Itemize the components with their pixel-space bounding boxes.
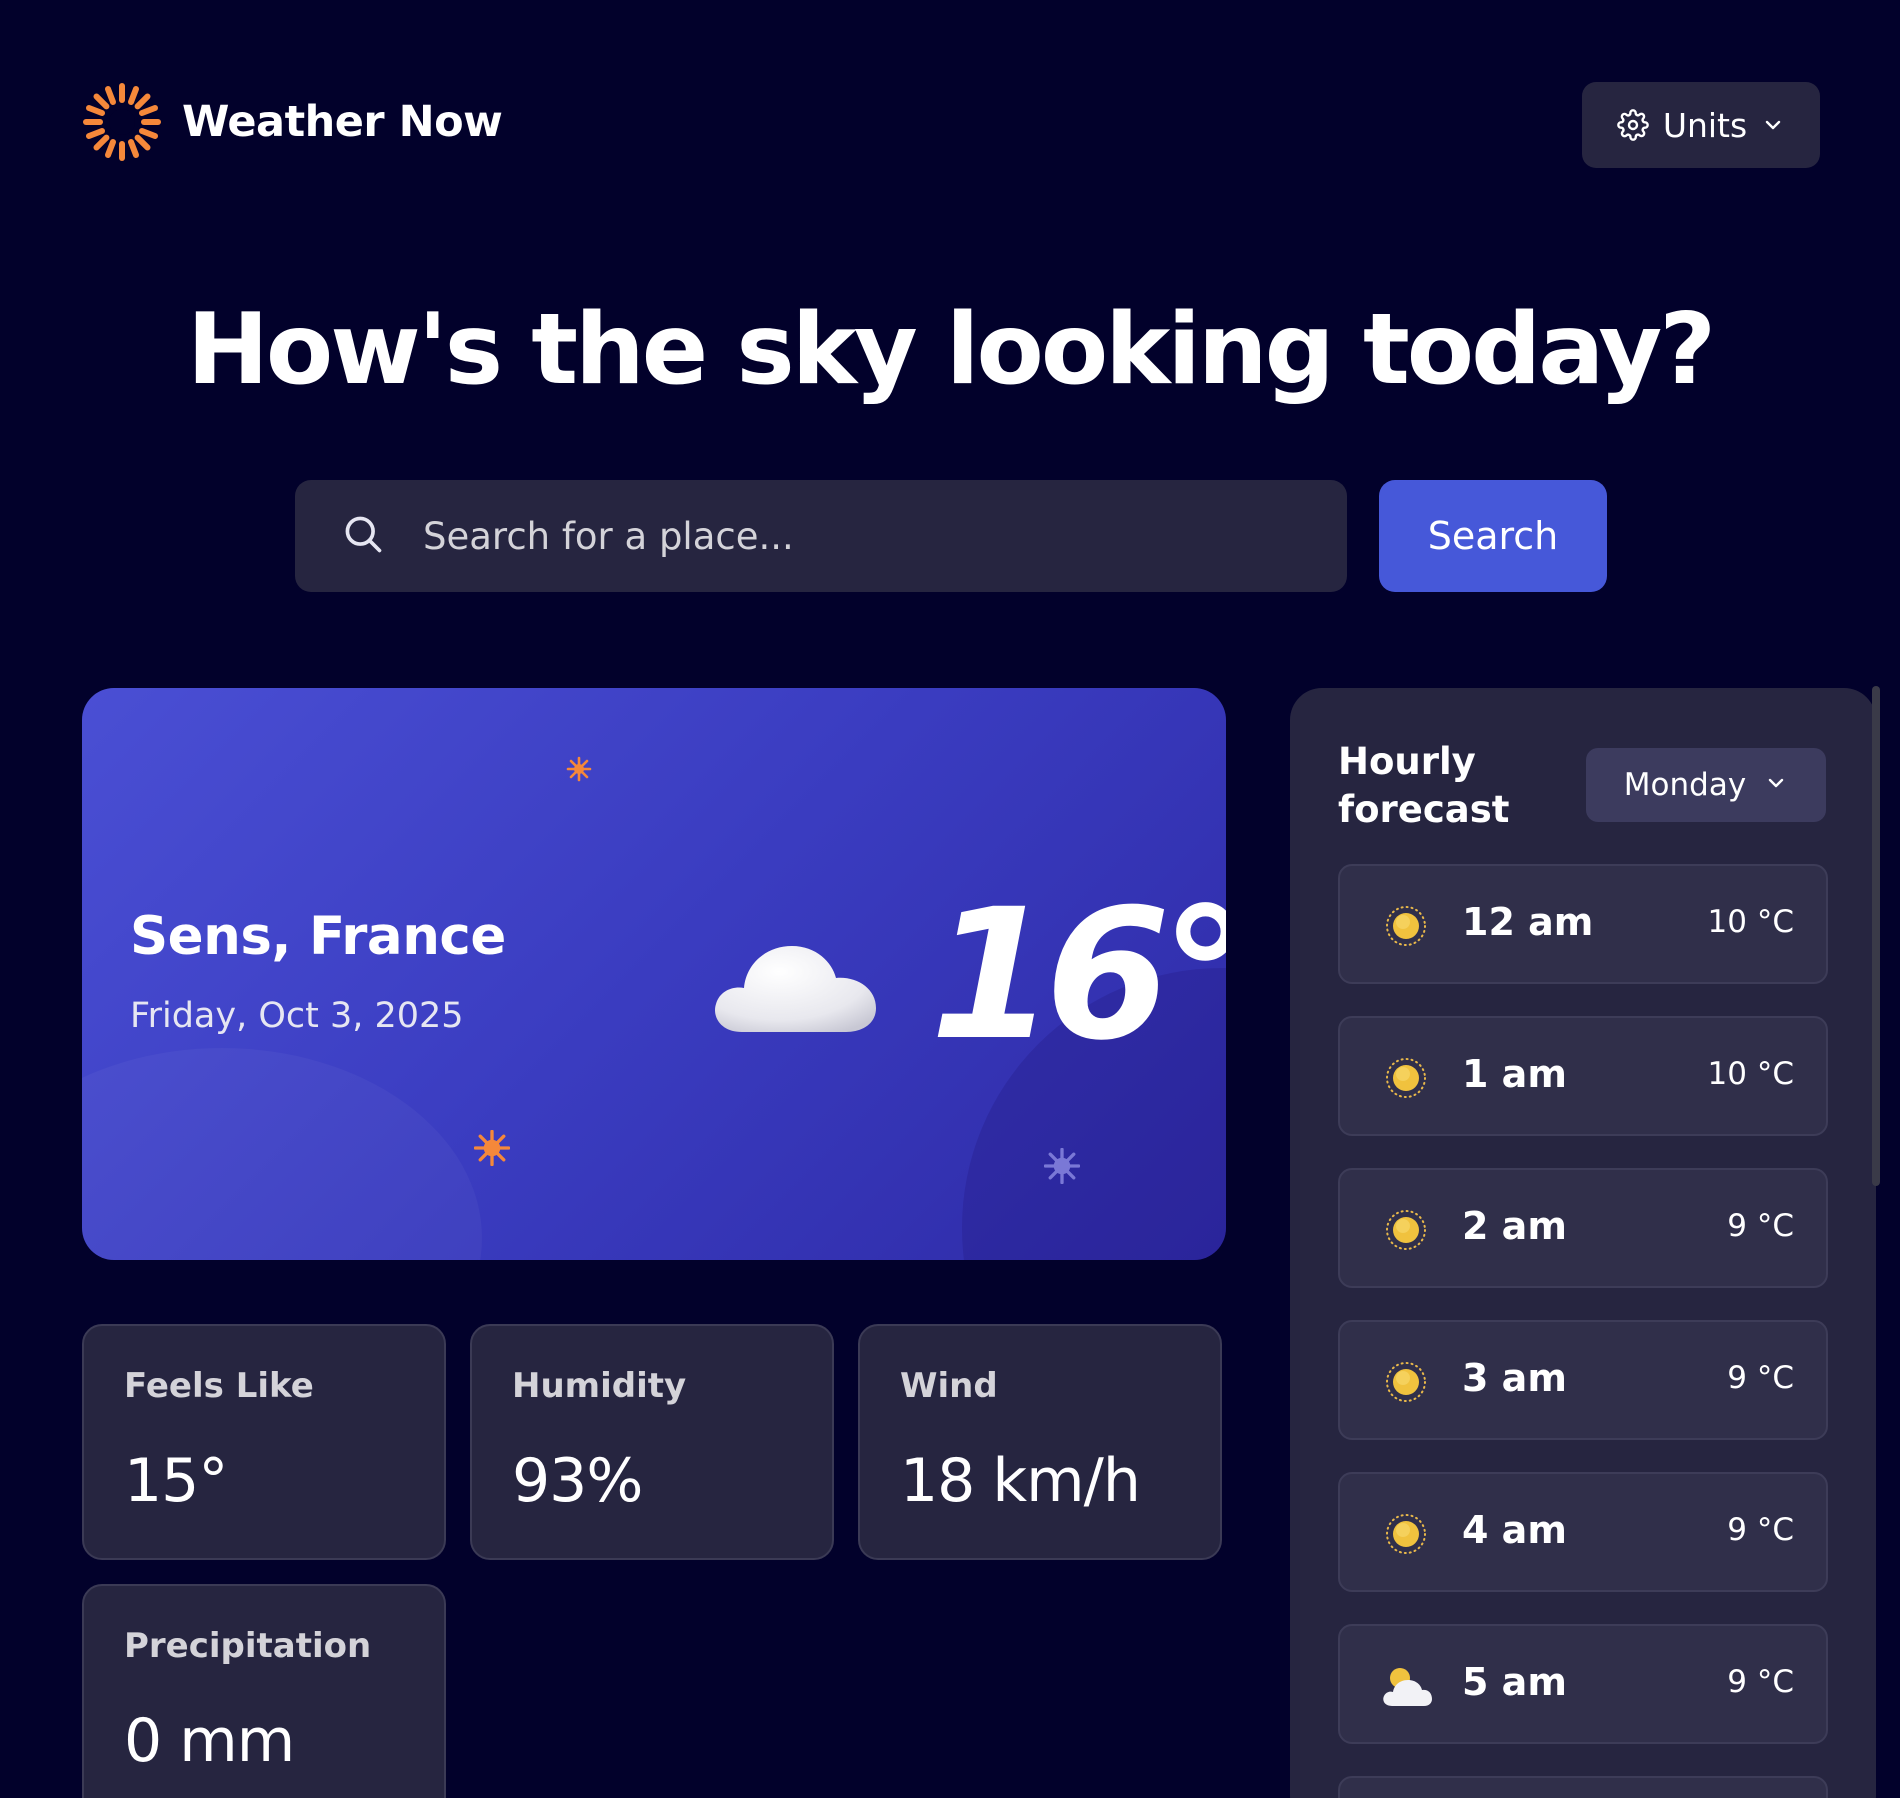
- star-decoration-icon: [1043, 1147, 1081, 1188]
- hourly-forecast-panel[interactable]: Hourly forecast Monday 12 am 10 °C 1 am …: [1290, 688, 1876, 1798]
- stat-label: Feels Like: [124, 1366, 314, 1406]
- stat-card-humidity: Humidity 93%: [470, 1324, 834, 1560]
- hourly-row: 1 am 10 °C: [1338, 1016, 1828, 1136]
- search-bar[interactable]: [295, 480, 1347, 592]
- sun-icon: [1378, 1506, 1434, 1562]
- chevron-down-icon: [1764, 767, 1788, 803]
- stat-card-wind: Wind 18 km/h: [858, 1324, 1222, 1560]
- hourly-row: 12 am 10 °C: [1338, 864, 1828, 984]
- units-dropdown[interactable]: Units: [1582, 82, 1820, 168]
- stat-value: 15°: [124, 1446, 228, 1516]
- sun-icon: [1378, 898, 1434, 954]
- stat-value: 0 mm: [124, 1706, 295, 1776]
- hourly-row: 5 am 9 °C: [1338, 1624, 1828, 1744]
- page-title: How's the sky looking today?: [186, 293, 1716, 407]
- weather-app: Weather Now Units How's the sky looking …: [0, 0, 1900, 1798]
- hourly-temp: 9 °C: [1727, 1512, 1794, 1548]
- current-date: Friday, Oct 3, 2025: [130, 996, 464, 1036]
- hourly-temp: 10 °C: [1707, 1056, 1794, 1092]
- day-select-dropdown[interactable]: Monday: [1586, 748, 1826, 822]
- hourly-row: 4 am 9 °C: [1338, 1472, 1828, 1592]
- hourly-time: 4 am: [1462, 1508, 1567, 1552]
- scrollbar[interactable]: [1872, 686, 1880, 1186]
- sun-icon: [1378, 1202, 1434, 1258]
- hourly-forecast-title: Hourly forecast: [1338, 740, 1510, 831]
- stat-value: 93%: [512, 1446, 643, 1516]
- search-input[interactable]: [423, 514, 1323, 558]
- stat-label: Humidity: [512, 1366, 687, 1406]
- app-name: Weather Now: [182, 97, 503, 147]
- app-logo[interactable]: Weather Now: [82, 82, 503, 162]
- hourly-row: 3 am 9 °C: [1338, 1320, 1828, 1440]
- hourly-time: 3 am: [1462, 1356, 1567, 1400]
- hourly-time: 5 am: [1462, 1660, 1567, 1704]
- partly-cloudy-icon: [1378, 1658, 1434, 1714]
- stat-card-feels-like: Feels Like 15°: [82, 1324, 446, 1560]
- hourly-row: 2 am 9 °C: [1338, 1168, 1828, 1288]
- search-button[interactable]: Search: [1379, 480, 1607, 592]
- units-label: Units: [1662, 105, 1748, 145]
- stat-label: Precipitation: [124, 1626, 372, 1666]
- star-decoration-icon: [566, 756, 592, 786]
- location-name: Sens, France: [130, 906, 506, 967]
- search-icon: [341, 512, 385, 560]
- hourly-time: 1 am: [1462, 1052, 1567, 1096]
- cloud-icon: [712, 920, 880, 1044]
- current-weather-card: Sens, France Friday, Oct 3, 2025 16°: [82, 688, 1226, 1260]
- stat-label: Wind: [900, 1366, 998, 1406]
- gear-icon: [1617, 109, 1649, 141]
- sun-icon: [1378, 1050, 1434, 1106]
- hourly-temp: 9 °C: [1727, 1360, 1794, 1396]
- hourly-time: 2 am: [1462, 1204, 1567, 1248]
- stat-card-precipitation: Precipitation 0 mm: [82, 1584, 446, 1798]
- hourly-row: [1338, 1776, 1828, 1798]
- sun-icon: [1378, 1354, 1434, 1410]
- card-glow-decoration: [82, 1048, 482, 1260]
- sun-icon: [82, 82, 162, 162]
- stat-value: 18 km/h: [900, 1446, 1141, 1516]
- selected-day: Monday: [1623, 767, 1747, 803]
- hourly-temp: 9 °C: [1727, 1664, 1794, 1700]
- chevron-down-icon: [1761, 113, 1785, 137]
- star-decoration-icon: [473, 1129, 511, 1170]
- hourly-temp: 9 °C: [1727, 1208, 1794, 1244]
- current-temperature: 16°: [930, 871, 1226, 1080]
- hourly-time: 12 am: [1462, 900, 1594, 944]
- hourly-temp: 10 °C: [1707, 904, 1794, 940]
